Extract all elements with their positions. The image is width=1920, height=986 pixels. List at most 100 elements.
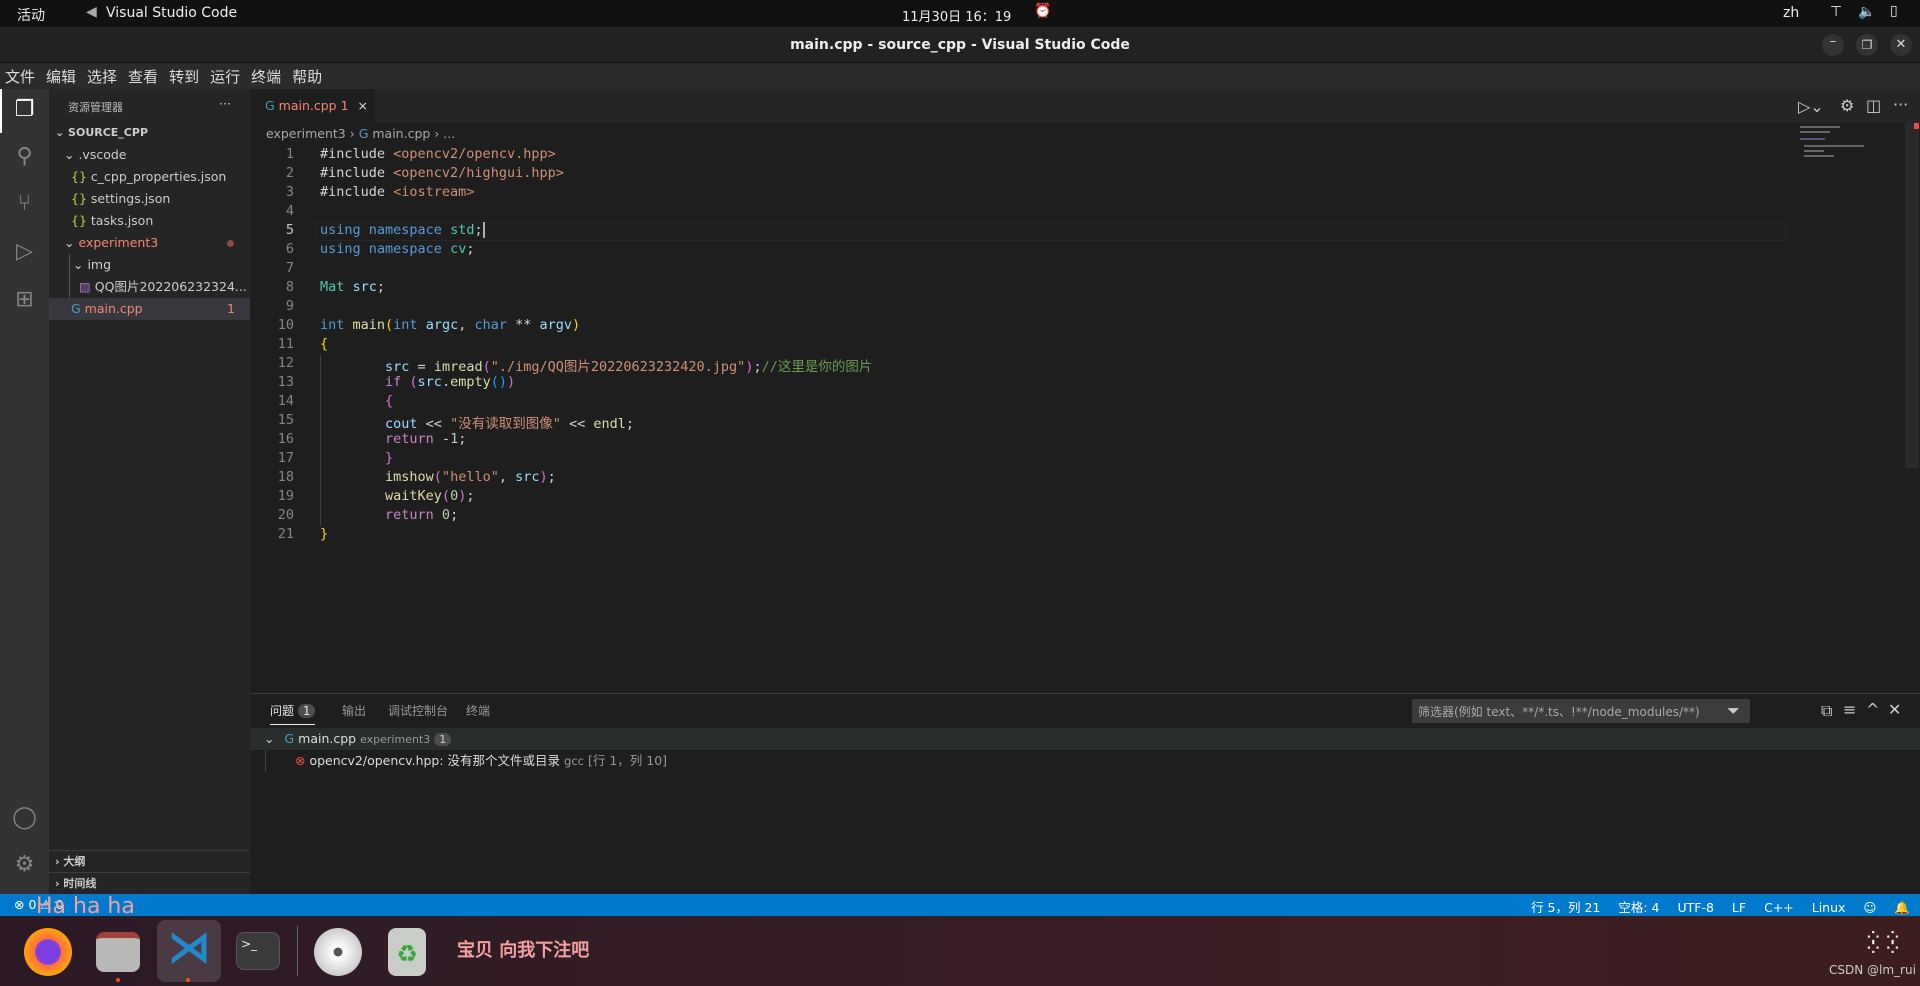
line-number: 21 [277,526,294,542]
more-actions-button[interactable]: ··· [219,96,231,111]
tab-terminal[interactable]: 终端 [466,702,490,719]
run-code-icon[interactable]: ▷⌄ [1798,97,1824,116]
collapse-all-icon[interactable]: ⧉ [1821,701,1832,721]
code-line[interactable]: using namespace std; [320,222,485,238]
workspace-root[interactable]: ⌄ SOURCE_CPP [49,122,250,144]
view-as-list-icon[interactable]: ≡ [1843,700,1856,719]
search-icon[interactable]: ⚲ [0,144,49,169]
menu-edit[interactable]: 编辑 [46,68,76,86]
tree-file-tasks[interactable]: {} tasks.json [49,210,250,232]
code-line[interactable]: if (src.empty()) [320,374,515,390]
code-line[interactable]: { [320,393,393,409]
input-method[interactable]: zh [1783,5,1799,21]
feedback-icon[interactable]: ☺ [1863,900,1876,915]
code-line[interactable]: src = imread("./img/QQ图片20220623232420.j… [320,355,872,375]
vscode-dock-icon[interactable]: ⋊ [157,920,221,982]
volume-icon[interactable]: 🔈 [1858,4,1875,20]
alarm-icon: ⏰ [1034,3,1052,19]
notifications-bell-icon[interactable]: 🔔 [1894,900,1910,915]
code-editor[interactable]: experiment3 › G main.cpp › ... 1 #include… [250,123,1920,693]
encoding[interactable]: UTF-8 [1677,900,1713,915]
scrollbar[interactable] [1905,123,1919,468]
split-editor-icon[interactable]: ◫ [1866,96,1881,115]
close-panel-icon[interactable]: ✕ [1888,700,1901,719]
files-icon[interactable] [96,932,140,972]
settings-gear-icon[interactable]: ⚙ [1840,96,1854,115]
app-menu[interactable]: Visual Studio Code [106,5,237,21]
battery-icon[interactable]: ▯ [1890,3,1898,19]
tree-folder-experiment3[interactable]: ⌄ experiment3 [49,232,250,254]
show-apps-grid-icon[interactable]: ⁘⁘ ⁘⁘ [1864,928,1902,967]
code-line[interactable]: { [320,336,328,352]
code-line[interactable]: waitKey(0); [320,488,474,504]
code-line[interactable]: int main(int argc, char ** argv) [320,317,580,333]
tab-main-cpp[interactable]: G main.cpp 1 × [250,89,375,123]
menu-run[interactable]: 运行 [210,68,240,86]
menu-view[interactable]: 查看 [128,68,158,86]
code-line[interactable]: imshow("hello", src); [320,469,556,485]
clock[interactable]: 11月30日 16：19 [902,6,1011,25]
code-line[interactable]: #include <iostream> [320,184,474,200]
code-line[interactable]: } [320,526,328,542]
explorer-icon[interactable]: ❐ [0,97,49,122]
tab-problems[interactable]: 问题 1 [270,702,316,725]
timeline-section[interactable]: › 时间线 [49,872,250,894]
line-number: 1 [285,146,294,162]
code-area[interactable]: 1 #include <opencv2/opencv.hpp> 2 #include … [250,146,1788,686]
chevron-down-icon: ⌄ [64,147,79,162]
code-line[interactable]: #include <opencv2/highgui.hpp> [320,165,564,181]
cursor-position[interactable]: 行 5，列 21 [1531,900,1600,915]
close-window-button[interactable]: ✕ [1890,34,1912,56]
code-line[interactable]: cout << "没有读取到图像" << endl; [320,412,634,432]
filter-icon[interactable]: ⏷ [1727,701,1740,721]
code-line[interactable]: return 0; [320,507,458,523]
maximize-button[interactable]: ❐ [1856,34,1878,56]
more-actions-icon[interactable]: ··· [1893,95,1908,114]
tree-folder-vscode[interactable]: ⌄ .vscode [49,144,250,166]
indentation[interactable]: 空格: 4 [1618,900,1659,915]
breadcrumb-folder[interactable]: experiment3 [266,126,346,141]
activities-button[interactable]: 活动 [17,5,45,25]
run-debug-icon[interactable]: ▷ [0,239,49,264]
tree-folder-img[interactable]: ⌄ img [49,254,250,276]
network-icon[interactable]: ⊤ [1830,4,1842,20]
tree-file-main-cpp[interactable]: G main.cpp 1 [49,298,250,320]
platform[interactable]: Linux [1812,900,1846,915]
tree-file-settings[interactable]: {} settings.json [49,188,250,210]
close-tab-icon[interactable]: × [358,98,368,113]
outline-section[interactable]: › 大纲 [49,850,250,872]
tree-file-image[interactable]: ▨ QQ图片202206232324... [49,276,250,298]
terminal-icon[interactable]: >_ [236,932,280,970]
minimap[interactable] [1790,123,1905,203]
menu-terminal[interactable]: 终端 [251,68,281,86]
end-of-line[interactable]: LF [1732,900,1746,915]
problem-file-row[interactable]: ⌄ G main.cpp experiment3 1 [250,728,1920,750]
menu-selection[interactable]: 选择 [87,68,117,86]
tab-debug-console[interactable]: 调试控制台 [388,702,448,719]
disc-icon[interactable] [314,928,362,976]
code-line[interactable]: Mat src; [320,279,385,295]
minimize-button[interactable]: – [1822,34,1844,56]
menu-help[interactable]: 帮助 [292,68,322,86]
tab-output[interactable]: 输出 [342,702,366,719]
code-line[interactable]: return -1; [320,431,466,447]
maximize-panel-icon[interactable]: ^ [1866,700,1879,719]
code-line[interactable]: using namespace cv; [320,241,474,257]
trash-icon[interactable]: ♻ [388,928,426,976]
tree-file-c-cpp-properties[interactable]: {} c_cpp_properties.json [49,166,250,188]
problem-item[interactable]: ⊗ opencv2/opencv.hpp: 没有那个文件或目录 gcc [行 1… [295,750,667,772]
firefox-icon[interactable] [24,928,72,976]
breadcrumb-symbol[interactable]: ... [443,126,455,141]
language-mode[interactable]: C++ [1764,900,1794,915]
menu-go[interactable]: 转到 [169,68,199,86]
code-line[interactable]: #include <opencv2/opencv.hpp> [320,146,556,162]
problems-filter-input[interactable]: 筛选器(例如 text、**/*.ts、!**/node_modules/**)… [1412,699,1750,723]
breadcrumb-file[interactable]: main.cpp [372,126,430,141]
manage-gear-icon[interactable]: ⚙ [0,852,49,877]
extensions-icon[interactable]: ⊞ [0,287,49,312]
accounts-icon[interactable]: ◯ [0,805,49,830]
source-control-icon[interactable]: ⑂ [0,191,49,216]
code-line[interactable]: } [320,450,393,466]
menu-file[interactable]: 文件 [5,68,35,86]
code-token: argv [539,317,573,333]
